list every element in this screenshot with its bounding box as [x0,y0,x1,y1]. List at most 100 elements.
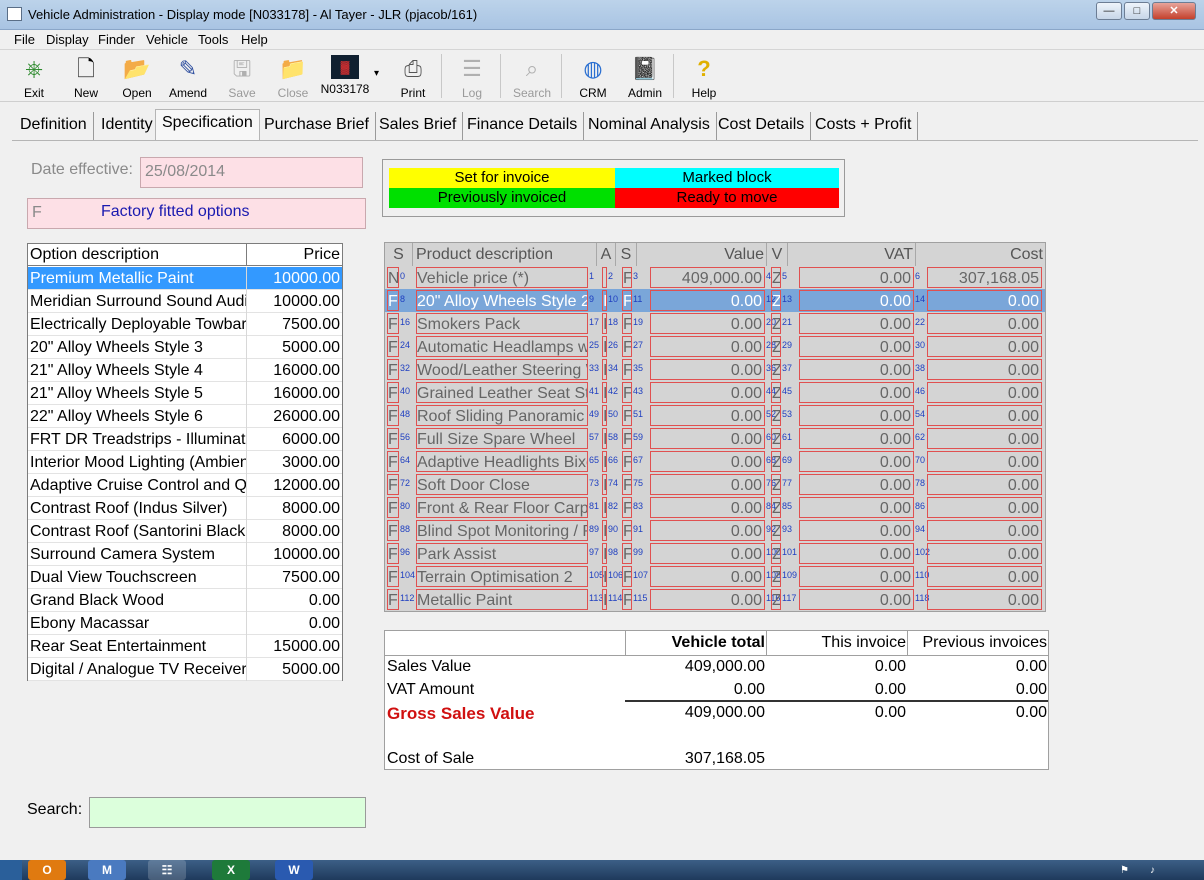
search-input[interactable] [89,797,366,828]
option-row[interactable]: Premium Metallic Paint 10000.00 [28,267,342,290]
log-button[interactable]: ☰ Log [445,52,499,100]
product-cell-value: 0.00 [650,543,765,564]
option-row[interactable]: Interior Mood Lighting (Ambien 3000.00 [28,451,342,474]
vat-amount-previous: 0.00 [1015,681,1047,698]
system-tray-flag-icon[interactable]: ⚑ [1120,865,1129,876]
option-row[interactable]: 21" Alloy Wheels Style 5 16000.00 [28,382,342,405]
record-selector-button[interactable]: ▓ N033178 [318,52,372,100]
option-row[interactable]: Grand Black Wood 0.00 [28,589,342,612]
option-row[interactable]: 21" Alloy Wheels Style 4 16000.00 [28,359,342,382]
tab-nominal-analysis[interactable]: Nominal Analysis [582,112,717,140]
print-button[interactable]: ⎙ Print [386,52,440,100]
date-effective-field[interactable]: 25/08/2014 [140,157,363,188]
product-row[interactable]: F56Full Size Spare Wheel57I58F590.0060Z6… [385,427,1045,450]
option-price: 0.00 [308,615,340,632]
minimize-button[interactable]: — [1096,2,1122,20]
maximize-button[interactable]: □ [1124,2,1150,20]
help-button[interactable]: ? Help [677,52,731,100]
product-row[interactable]: F104Terrain Optimisation 2105I106F1070.0… [385,565,1045,588]
option-row[interactable]: Contrast Roof (Santorini Black 8000.00 [28,520,342,543]
toolbar: ⎈ Exit 🗋 New 📂 Open ✎ Amend 🖫 Save 📁 Clo… [0,50,1204,102]
option-row[interactable]: Dual View Touchscreen 7500.00 [28,566,342,589]
close-button[interactable]: 📁 Close [266,52,320,100]
tab-identity[interactable]: Identity [95,112,160,140]
tab-costs-profit[interactable]: Costs + Profit [809,112,919,140]
cell-index-label: 50 [608,409,619,419]
product-row[interactable]: F820" Alloy Wheels Style 29I10F110.0012Z… [385,289,1045,312]
option-row[interactable]: Rear Seat Entertainment 15000.00 [28,635,342,658]
menu-tools[interactable]: Tools [198,32,228,47]
product-row[interactable]: F96Park Assist97I98F990.00100Z1010.00102… [385,542,1045,565]
tab-specification[interactable]: Specification [155,109,260,140]
open-button[interactable]: 📂 Open [110,52,164,100]
amend-button[interactable]: ✎ Amend [161,52,215,100]
product-row[interactable]: F72Soft Door Close73I74F750.0076Z770.007… [385,473,1045,496]
column-header-product-description[interactable]: Product description [413,243,597,266]
column-header-a[interactable]: A [597,243,616,266]
menu-file[interactable]: File [14,32,35,47]
save-button[interactable]: 🖫 Save [215,52,269,100]
close-window-button[interactable]: ✕ [1152,2,1196,20]
taskbar-outlook-icon[interactable]: O [28,860,66,880]
column-header-vat[interactable]: VAT [788,243,916,266]
option-row[interactable]: Meridian Surround Sound Audi 10000.00 [28,290,342,313]
taskbar-word-icon[interactable]: W [275,860,313,880]
product-row[interactable]: F32Wood/Leather Steering W33I34F350.0036… [385,358,1045,381]
menu-help[interactable]: Help [241,32,268,47]
product-cell-a: I [602,474,607,495]
product-cell-s: F [387,382,399,403]
column-header-option-description[interactable]: Option description [30,244,159,266]
option-row[interactable]: Electrically Deployable Towbar 7500.00 [28,313,342,336]
exit-button[interactable]: ⎈ Exit [7,52,61,100]
product-row[interactable]: F16Smokers Pack17I18F190.0020Z210.00220.… [385,312,1045,335]
menu-finder[interactable]: Finder [98,32,135,47]
tab-definition[interactable]: Definition [14,112,94,140]
option-row[interactable]: FRT DR Treadstrips - Illuminate 6000.00 [28,428,342,451]
taskbar-app-m-icon[interactable]: M [88,860,126,880]
save-disk-icon: 🖫 [232,56,252,81]
crm-button[interactable]: ◍ CRM [566,52,620,100]
tab-purchase-brief[interactable]: Purchase Brief [258,112,376,140]
option-row[interactable]: 20" Alloy Wheels Style 3 5000.00 [28,336,342,359]
product-row[interactable]: F112Metallic Paint113I114F1150.00116Z117… [385,588,1045,611]
start-button-icon[interactable] [0,860,22,880]
option-row[interactable]: 22" Alloy Wheels Style 6 26000.00 [28,405,342,428]
tab-finance-details[interactable]: Finance Details [461,112,585,140]
product-row[interactable]: F40Grained Leather Seat Sty41I42F430.004… [385,381,1045,404]
tab-cost-details[interactable]: Cost Details [712,112,812,140]
option-row[interactable]: Adaptive Cruise Control and Qu 12000.00 [28,474,342,497]
column-header-price[interactable]: Price [248,244,340,266]
new-button[interactable]: 🗋 New [59,52,113,100]
product-row[interactable]: F88Blind Spot Monitoring / Re89I90F910.0… [385,519,1045,542]
admin-button[interactable]: 📓 Admin [618,52,672,100]
column-header-value[interactable]: Value [637,243,767,266]
product-row[interactable]: N 0 Vehicle price (*) 1 2 F 3 409,000.00 4 Z 5 0.00… [385,266,1045,289]
cell-index-label: 106 [608,570,624,580]
menu-display[interactable]: Display [46,32,89,47]
option-type-field[interactable]: F Factory fitted options [27,198,366,229]
search-button[interactable]: ⌕ Search [505,52,559,100]
product-row[interactable]: F24Automatic Headlamps wi25I26F270.0028Z… [385,335,1045,358]
option-row[interactable]: Digital / Analogue TV Receiver 5000.00 [28,658,342,681]
column-header-s[interactable]: S [385,243,413,266]
options-table[interactable]: Option description Price Premium Metalli… [27,243,343,681]
product-row[interactable]: F48Roof Sliding Panoramic49I50F510.0052Z… [385,404,1045,427]
column-header-v[interactable]: V [767,243,788,266]
column-header-cost[interactable]: Cost [916,243,1045,266]
menu-vehicle[interactable]: Vehicle [146,32,188,47]
taskbar-excel-icon[interactable]: X [212,860,250,880]
product-cell-vat: 0.00 [799,428,914,449]
cell-index-label: 3 [633,271,639,281]
crm-globe-person-icon: ◍ [583,56,603,81]
column-header-s2[interactable]: S [616,243,637,266]
product-row[interactable]: F64Adaptive Headlights Bixe65I66F670.006… [385,450,1045,473]
taskbar-vehicle-admin-icon[interactable]: ☷ [148,860,186,880]
option-row[interactable]: Surround Camera System 10000.00 [28,543,342,566]
tab-sales-brief[interactable]: Sales Brief [373,112,464,140]
product-row[interactable]: F80Front & Rear Floor Carpe81I82F830.008… [385,496,1045,519]
system-tray-speaker-icon[interactable]: ♪ [1150,865,1155,876]
product-grid[interactable]: S Product description A S Value V VAT Co… [384,242,1046,612]
option-row[interactable]: Ebony Macassar 0.00 [28,612,342,635]
option-row[interactable]: Contrast Roof (Indus Silver) 8000.00 [28,497,342,520]
record-dropdown-chevron-icon[interactable]: ▾ [374,68,379,79]
